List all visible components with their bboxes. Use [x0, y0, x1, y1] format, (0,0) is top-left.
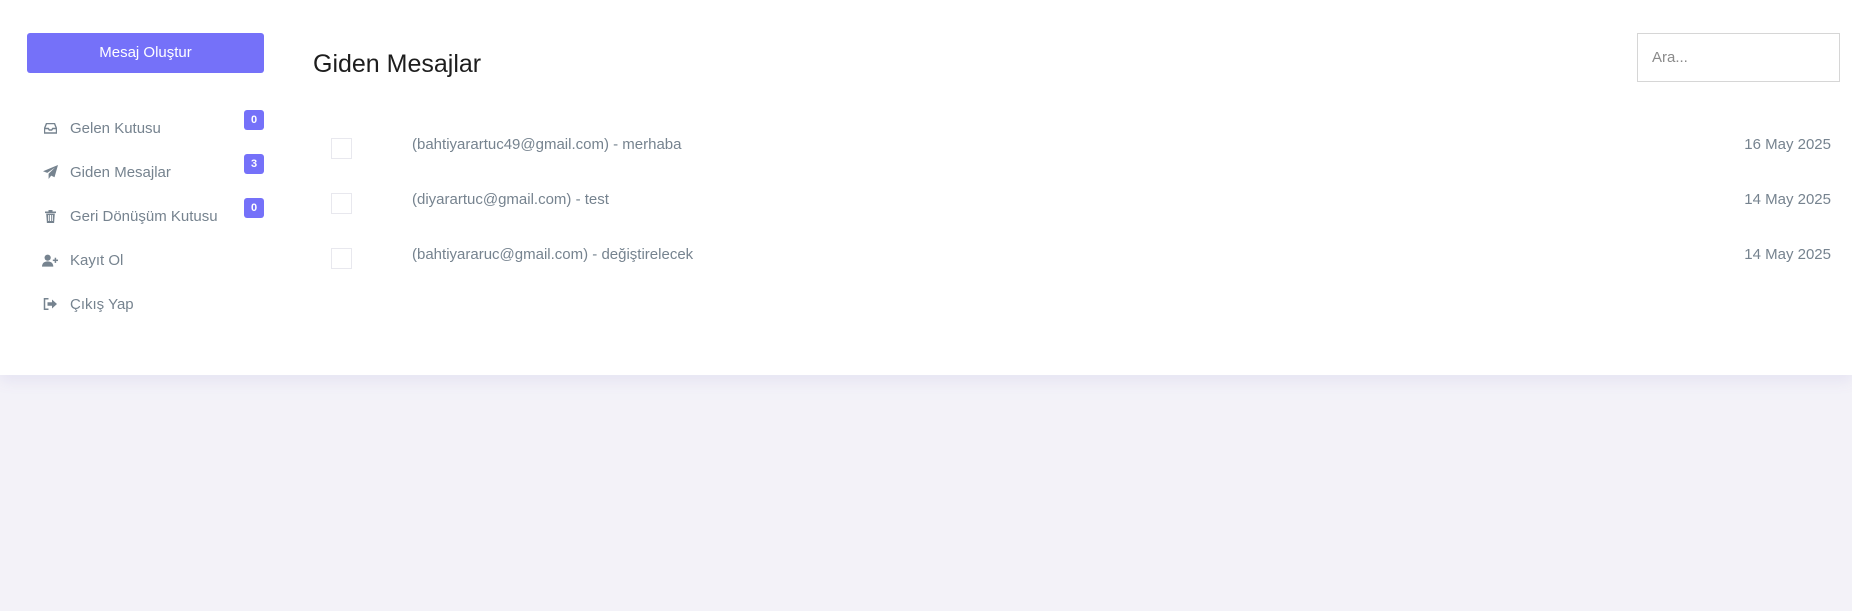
search-input[interactable] — [1637, 33, 1840, 82]
message-date: 14 May 2025 — [1744, 191, 1831, 208]
mail-card: Mesaj Oluştur Gelen Kutusu 0 Giden Mesaj… — [0, 0, 1852, 375]
sidebar-item-label: Kayıt Ol — [70, 251, 124, 269]
sidebar-item-sent[interactable]: Giden Mesajlar 3 — [27, 150, 264, 194]
mail-folder-nav: Gelen Kutusu 0 Giden Mesajlar 3 Geri Dön… — [27, 106, 264, 326]
sidebar-item-logout[interactable]: Çıkış Yap — [27, 282, 264, 326]
sidebar-item-label: Çıkış Yap — [70, 295, 134, 313]
message-row[interactable]: (bahtiyarartuc49@gmail.com) - merhaba 16… — [313, 118, 1833, 173]
sidebar-item-label: Gelen Kutusu — [70, 119, 161, 137]
message-subject: (bahtiyarartuc49@gmail.com) - merhaba — [412, 136, 682, 153]
sidebar-item-label: Giden Mesajlar — [70, 163, 171, 181]
compose-message-button[interactable]: Mesaj Oluştur — [27, 33, 264, 73]
message-subject: (diyarartuc@gmail.com) - test — [412, 191, 609, 208]
trash-icon — [42, 208, 58, 224]
message-date: 14 May 2025 — [1744, 246, 1831, 263]
sign-out-icon — [42, 296, 58, 312]
trash-count-badge: 0 — [244, 198, 264, 218]
message-checkbox[interactable] — [331, 248, 352, 269]
unread-count-badge: 0 — [244, 110, 264, 130]
page-title: Giden Mesajlar — [313, 50, 482, 78]
sidebar-item-inbox[interactable]: Gelen Kutusu 0 — [27, 106, 264, 150]
message-list: (bahtiyarartuc49@gmail.com) - merhaba 16… — [313, 118, 1833, 283]
message-row[interactable]: (bahtiyararuc@gmail.com) - değiştirelece… — [313, 228, 1833, 283]
sidebar: Mesaj Oluştur Gelen Kutusu 0 Giden Mesaj… — [27, 33, 264, 326]
sidebar-item-trash[interactable]: Geri Dönüşüm Kutusu 0 — [27, 194, 264, 238]
message-row[interactable]: (diyarartuc@gmail.com) - test 14 May 202… — [313, 173, 1833, 228]
sidebar-item-register[interactable]: Kayıt Ol — [27, 238, 264, 282]
message-date: 16 May 2025 — [1744, 136, 1831, 153]
user-plus-icon — [42, 252, 58, 268]
sidebar-item-label: Geri Dönüşüm Kutusu — [70, 207, 218, 225]
message-checkbox[interactable] — [331, 138, 352, 159]
paper-plane-icon — [42, 164, 58, 180]
message-checkbox[interactable] — [331, 193, 352, 214]
message-subject: (bahtiyararuc@gmail.com) - değiştirelece… — [412, 246, 694, 263]
inbox-icon — [42, 120, 58, 136]
sent-count-badge: 3 — [244, 154, 264, 174]
